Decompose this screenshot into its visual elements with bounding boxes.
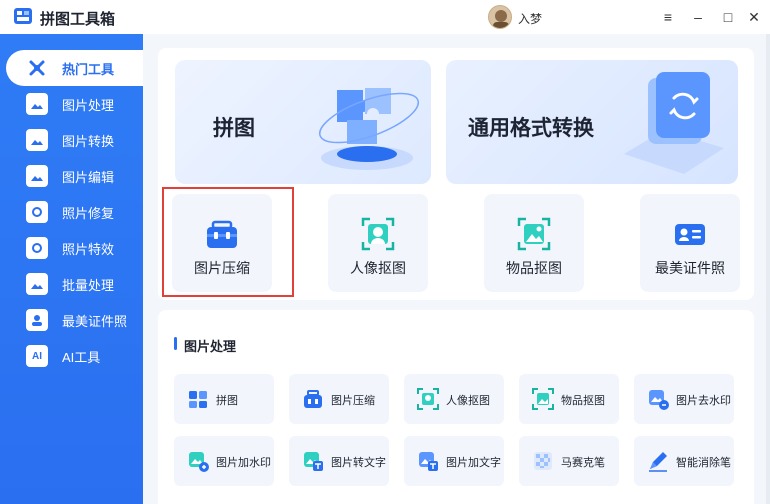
title-bar: 拼图工具箱 入梦 ≡ – □ ✕ <box>0 0 770 34</box>
tool-card-label: 最美证件照 <box>655 260 725 276</box>
image-processing-panel: 图片处理 拼图 图片压缩 人像抠图 物品抠图 图片去水印 图片加水印 图片转文字… <box>158 310 754 504</box>
photo-effect-icon <box>26 237 48 259</box>
user-name[interactable]: 入梦 <box>518 10 542 27</box>
func-image-to-text[interactable]: 图片转文字 <box>289 436 389 486</box>
menu-icon[interactable]: ≡ <box>658 7 678 27</box>
tool-card-label: 人像抠图 <box>350 260 406 276</box>
sidebar-item-batch[interactable]: 批量处理 <box>0 266 143 302</box>
object-cutout-icon <box>517 217 551 251</box>
app-title: 拼图工具箱 <box>40 11 116 28</box>
scrollbar[interactable] <box>766 34 770 504</box>
image-process-icon <box>26 93 48 115</box>
puzzle-illustration-icon <box>318 88 420 170</box>
remove-watermark-icon <box>649 390 669 410</box>
section-title: 图片处理 <box>184 339 237 354</box>
func-object-cutout[interactable]: 物品抠图 <box>519 374 619 424</box>
format-convert-banner[interactable]: 通用格式转换 <box>446 60 738 184</box>
sidebar-item-photo-repair[interactable]: 照片修复 <box>0 194 143 230</box>
tool-card-portrait-cutout[interactable]: 人像抠图 <box>328 194 428 292</box>
object-icon <box>532 388 554 410</box>
maximize-icon[interactable]: □ <box>718 7 738 27</box>
sidebar-item-ai-tools[interactable]: AI AI工具 <box>0 338 143 374</box>
portrait-cutout-icon <box>361 217 395 251</box>
banner-title-puzzle: 拼图 <box>213 117 255 140</box>
func-smart-eraser[interactable]: 智能消除笔 <box>634 436 734 486</box>
tool-card-label: 物品抠图 <box>506 260 562 276</box>
compress-icon <box>304 390 322 408</box>
minimize-icon[interactable]: – <box>688 7 708 27</box>
tools-icon <box>26 57 48 79</box>
format-convert-illustration-icon <box>624 72 724 174</box>
user-avatar-icon <box>493 10 509 28</box>
add-text-icon <box>419 452 438 471</box>
sidebar-item-hot-tools[interactable]: 热门工具 <box>6 50 143 86</box>
func-add-watermark[interactable]: 图片加水印 <box>174 436 274 486</box>
add-watermark-icon <box>189 452 209 472</box>
close-icon[interactable]: ✕ <box>744 7 764 27</box>
id-card-icon <box>675 224 705 245</box>
puzzle-icon <box>189 391 207 408</box>
banner-title-format-convert: 通用格式转换 <box>468 117 594 140</box>
mosaic-icon <box>534 452 552 470</box>
func-add-text[interactable]: 图片加文字 <box>404 436 504 486</box>
puzzle-banner[interactable]: 拼图 <box>175 60 431 184</box>
func-portrait-cutout[interactable]: 人像抠图 <box>404 374 504 424</box>
sidebar-item-image-edit[interactable]: 图片编辑 <box>0 158 143 194</box>
image-convert-icon <box>26 129 48 151</box>
batch-icon <box>26 273 48 295</box>
func-mosaic-pen[interactable]: 马赛克笔 <box>519 436 619 486</box>
app-logo-icon <box>14 8 32 24</box>
tool-card-id-photo[interactable]: 最美证件照 <box>640 194 740 292</box>
func-puzzle[interactable]: 拼图 <box>174 374 274 424</box>
ai-icon: AI <box>26 345 48 367</box>
func-remove-watermark[interactable]: 图片去水印 <box>634 374 734 424</box>
image-edit-icon <box>26 165 48 187</box>
func-image-compress[interactable]: 图片压缩 <box>289 374 389 424</box>
sidebar-item-image-convert[interactable]: 图片转换 <box>0 122 143 158</box>
sidebar-item-id-photo[interactable]: 最美证件照 <box>0 302 143 338</box>
image-to-text-icon <box>304 452 323 471</box>
smart-eraser-icon <box>649 452 667 472</box>
avatar[interactable] <box>488 5 512 29</box>
tool-card-object-cutout[interactable]: 物品抠图 <box>484 194 584 292</box>
highlight-box <box>162 187 294 297</box>
sidebar: 热门工具 图片处理 图片转换 图片编辑 照片修复 照片特效 批量处理 最美证件照… <box>0 34 143 504</box>
photo-repair-icon <box>26 201 48 223</box>
sidebar-item-photo-effect[interactable]: 照片特效 <box>0 230 143 266</box>
sidebar-item-image-process[interactable]: 图片处理 <box>0 86 143 122</box>
portrait-icon <box>417 388 439 410</box>
id-photo-icon <box>26 309 48 331</box>
